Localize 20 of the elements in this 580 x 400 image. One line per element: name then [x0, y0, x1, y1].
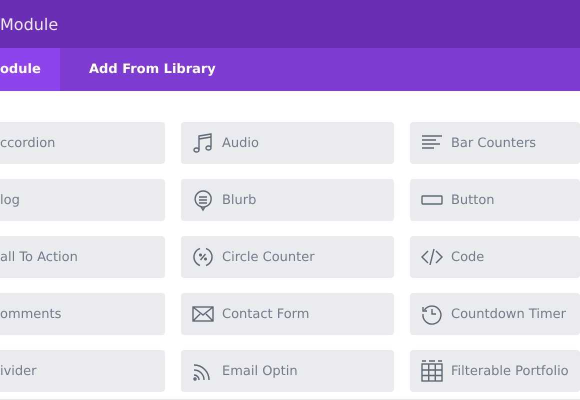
module-button[interactable]: Button [410, 179, 580, 221]
module-button[interactable]: Contact Form [181, 293, 394, 335]
module-button[interactable]: Countdown Timer [410, 293, 580, 335]
module-button[interactable]: all To Action [0, 236, 165, 278]
module-button[interactable]: Blurb [181, 179, 394, 221]
module-button[interactable]: Email Optin [181, 350, 394, 392]
module-button[interactable]: Audio [181, 122, 394, 164]
module-button[interactable]: Filterable Portfolio [410, 350, 580, 392]
module-button[interactable]: ivider [0, 350, 165, 392]
module-button[interactable]: ccordion [0, 122, 165, 164]
grid-icon [420, 359, 444, 383]
module-button[interactable]: omments [0, 293, 165, 335]
percent-circle-icon [191, 245, 215, 269]
module-button[interactable]: Bar Counters [410, 122, 580, 164]
module-button[interactable]: Code [410, 236, 580, 278]
tab[interactable]: odule [0, 48, 60, 91]
module-button[interactable]: log [0, 179, 165, 221]
tab[interactable]: Add From Library [60, 48, 245, 91]
window-title: Module [0, 14, 58, 34]
module-button[interactable]: Circle Counter [181, 236, 394, 278]
